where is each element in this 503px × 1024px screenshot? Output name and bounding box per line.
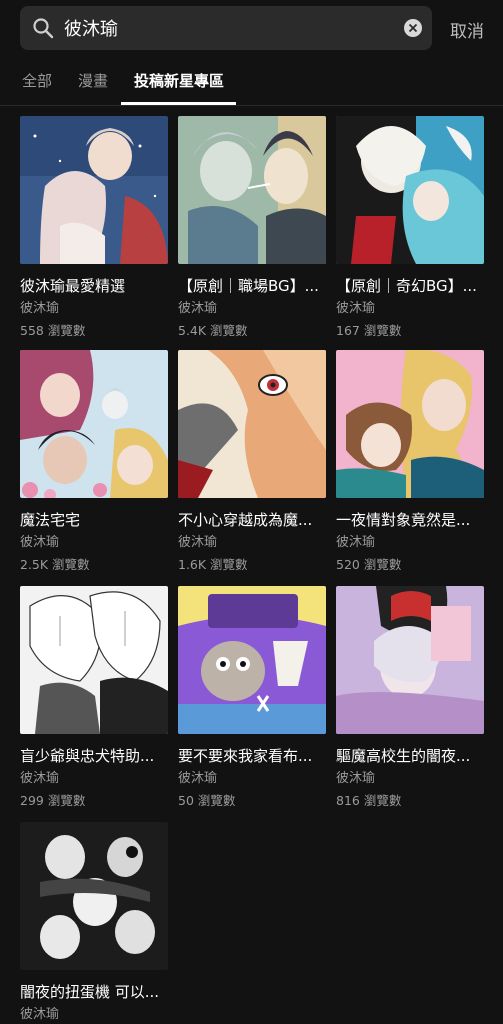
result-title: 驅魔高校生的闇夜... bbox=[336, 747, 471, 765]
result-title: 魔法宅宅 bbox=[20, 511, 81, 529]
result-author: 彼沐瑜 bbox=[20, 1007, 60, 1022]
result-author: 彼沐瑜 bbox=[178, 771, 218, 786]
result-card[interactable]: 【原創｜奇幻BG】... 彼沐瑜 167 瀏覽數 bbox=[336, 116, 484, 340]
cover-image bbox=[178, 350, 326, 498]
tab-bar: 全部 漫畫 投稿新星專區 bbox=[0, 58, 503, 106]
result-views: 1.6K 瀏覽數 bbox=[178, 557, 248, 572]
cover-image bbox=[178, 586, 326, 734]
result-title: 【原創｜職場BG】... bbox=[178, 277, 319, 295]
cover-image bbox=[178, 116, 326, 264]
result-views: 558 瀏覽數 bbox=[20, 323, 86, 338]
result-views: 816 瀏覽數 bbox=[336, 793, 402, 808]
result-card[interactable]: 不小心穿越成為魔... 彼沐瑜 1.6K 瀏覽數 bbox=[178, 350, 326, 574]
cover-image bbox=[336, 350, 484, 498]
result-author: 彼沐瑜 bbox=[20, 771, 60, 786]
result-title: 彼沐瑜最愛精選 bbox=[20, 277, 126, 295]
result-title: 一夜情對象竟然是... bbox=[336, 511, 471, 529]
result-card[interactable]: 盲少爺與忠犬特助... 彼沐瑜 299 瀏覽數 bbox=[20, 586, 168, 810]
result-author: 彼沐瑜 bbox=[336, 301, 376, 316]
result-card[interactable]: 【原創｜職場BG】... 彼沐瑜 5.4K 瀏覽數 bbox=[178, 116, 326, 340]
result-views: 50 瀏覽數 bbox=[178, 793, 236, 808]
result-title: 盲少爺與忠犬特助... bbox=[20, 747, 155, 765]
result-author: 彼沐瑜 bbox=[178, 301, 218, 316]
result-author: 彼沐瑜 bbox=[20, 301, 60, 316]
result-views: 520 瀏覽數 bbox=[336, 557, 402, 572]
result-views: 299 瀏覽數 bbox=[20, 793, 86, 808]
result-card[interactable]: 彼沐瑜最愛精選 彼沐瑜 558 瀏覽數 bbox=[20, 116, 168, 340]
result-views: 167 瀏覽數 bbox=[336, 323, 402, 338]
result-author: 彼沐瑜 bbox=[336, 535, 376, 550]
result-views: 2.5K 瀏覽數 bbox=[20, 557, 90, 572]
result-title: 【原創｜奇幻BG】... bbox=[336, 277, 477, 295]
close-icon bbox=[408, 23, 418, 33]
cover-image bbox=[20, 586, 168, 734]
search-input[interactable] bbox=[64, 6, 394, 50]
result-card[interactable]: 魔法宅宅 彼沐瑜 2.5K 瀏覽數 bbox=[20, 350, 168, 574]
tab-comics[interactable]: 漫畫 bbox=[78, 70, 108, 91]
cover-image bbox=[20, 350, 168, 498]
cover-image bbox=[20, 822, 168, 970]
result-card[interactable]: 要不要來我家看布... 彼沐瑜 50 瀏覽數 bbox=[178, 586, 326, 810]
result-author: 彼沐瑜 bbox=[178, 535, 218, 550]
result-author: 彼沐瑜 bbox=[20, 535, 60, 550]
cover-image bbox=[336, 116, 484, 264]
result-author: 彼沐瑜 bbox=[336, 771, 376, 786]
tab-all[interactable]: 全部 bbox=[22, 70, 52, 91]
tab-new-stars[interactable]: 投稿新星專區 bbox=[134, 70, 224, 91]
cancel-button[interactable]: 取消 bbox=[450, 17, 484, 42]
result-title: 要不要來我家看布... bbox=[178, 747, 313, 765]
result-card[interactable]: 闇夜的扭蛋機 可以... 彼沐瑜 bbox=[20, 822, 168, 1024]
result-card[interactable]: 驅魔高校生的闇夜... 彼沐瑜 816 瀏覽數 bbox=[336, 586, 484, 810]
cover-image bbox=[20, 116, 168, 264]
search-icon bbox=[32, 17, 54, 39]
search-box[interactable] bbox=[20, 6, 432, 50]
result-title: 闇夜的扭蛋機 可以... bbox=[20, 983, 160, 1001]
active-tab-indicator bbox=[121, 102, 236, 105]
clear-search-button[interactable] bbox=[404, 19, 422, 37]
result-card[interactable]: 一夜情對象竟然是... 彼沐瑜 520 瀏覽數 bbox=[336, 350, 484, 574]
result-title: 不小心穿越成為魔... bbox=[178, 511, 313, 529]
result-views: 5.4K 瀏覽數 bbox=[178, 323, 248, 338]
cover-image bbox=[336, 586, 484, 734]
search-bar: 取消 bbox=[0, 0, 503, 58]
